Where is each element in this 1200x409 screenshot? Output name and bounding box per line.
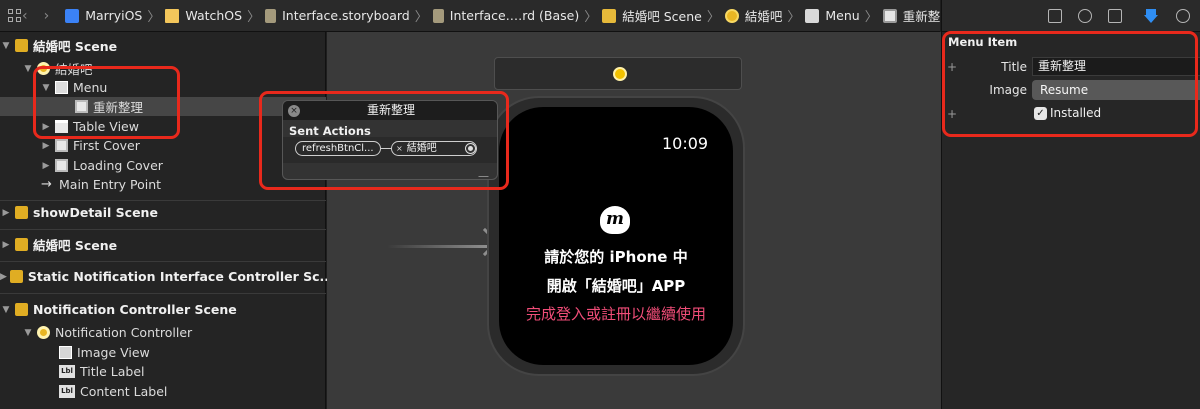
disclosure-closed-icon[interactable]: ▶ (0, 208, 12, 218)
annotation-box-popup (259, 91, 509, 190)
scene-icon (15, 39, 28, 52)
breadcrumb-menu[interactable]: Menu (805, 8, 860, 23)
outline-scene-row[interactable]: ▶ Static Notification Interface Controll… (0, 267, 334, 286)
scene-dock[interactable] (494, 57, 742, 90)
entry-arrow-icon: → (41, 177, 52, 192)
outline-label: Static Notification Interface Controller… (27, 269, 334, 284)
breadcrumb-separator: 〉 (414, 10, 428, 25)
breadcrumb-label: 結婚吧 Scene (622, 9, 702, 24)
controller-icon (724, 8, 739, 23)
forward-chevron-icon[interactable]: › (44, 8, 50, 24)
connections-icon[interactable] (1176, 9, 1190, 23)
outline-label: Loading Cover (73, 158, 163, 173)
attributes-icon[interactable] (1144, 9, 1158, 23)
breadcrumb-separator: 〉 (584, 10, 598, 25)
outline-controller-row[interactable]: ▼ Notification Controller (0, 323, 326, 342)
outline-scene-row[interactable]: ▶ 結婚吧 Scene (0, 235, 326, 254)
outline-label: Image View (77, 345, 150, 360)
breadcrumb-separator: 〉 (706, 10, 720, 25)
controller-icon[interactable] (613, 67, 627, 81)
breadcrumb-label: Interface.…rd (Base) (449, 8, 580, 23)
controller-icon (37, 326, 50, 339)
storyboard-icon (265, 8, 277, 23)
folder-icon (165, 8, 180, 23)
outline-label: showDetail Scene (33, 205, 158, 220)
breadcrumb-separator: 〉 (787, 10, 801, 25)
breadcrumb-storyboard-base[interactable]: Interface.…rd (Base) (432, 8, 580, 23)
menu-item-icon (882, 8, 897, 23)
scene-icon (602, 8, 617, 23)
disclosure-closed-icon[interactable]: ▶ (40, 141, 52, 151)
breadcrumb-scene[interactable]: 結婚吧 Scene (602, 6, 702, 25)
outline-content-label-row[interactable]: Lbl Content Label (0, 382, 326, 401)
breadcrumb-folder[interactable]: WatchOS (165, 8, 242, 23)
disclosure-open-icon[interactable]: ▼ (0, 305, 12, 315)
outline-label: Title Label (80, 364, 145, 379)
swift-file-icon (65, 8, 80, 23)
watch-message-line-3: 完成登入或註冊以繼續使用 (525, 305, 706, 323)
outline-label: Content Label (80, 384, 168, 399)
file-icon[interactable] (1048, 9, 1062, 23)
scene-icon (9, 270, 23, 283)
entry-point-arrow (387, 245, 487, 248)
jump-bar: ‹ › MarryiOS 〉 WatchOS 〉 Interface.story… (0, 0, 940, 32)
outline-label: 結婚吧 Scene (33, 39, 118, 54)
disclosure-open-icon[interactable]: ▼ (0, 41, 12, 51)
outline-scene-row[interactable]: ▶ showDetail Scene (0, 203, 326, 222)
disclosure-closed-icon[interactable]: ▶ (0, 272, 7, 282)
outline-scene-row[interactable]: ▼ Notification Controller Scene (0, 300, 326, 319)
storyboard-icon (432, 8, 444, 23)
breadcrumb-separator: 〉 (864, 10, 878, 25)
breadcrumb-label: Menu (825, 8, 860, 23)
breadcrumb-label: Interface.storyboard (282, 8, 410, 23)
breadcrumb-separator: 〉 (247, 10, 261, 25)
inspector-tab-bar (942, 0, 1200, 32)
outline-label: Main Entry Point (59, 177, 162, 192)
menu-icon (805, 8, 820, 23)
scene-icon (15, 206, 28, 219)
outline-divider (0, 200, 326, 201)
watch-message-line-1: 請於您的 iPhone 中 (544, 248, 688, 266)
group-icon (55, 139, 68, 152)
breadcrumb-project[interactable]: MarryiOS (65, 8, 142, 23)
outline-scene-row[interactable]: ▼ 結婚吧 Scene (0, 36, 326, 55)
identity-icon[interactable] (1108, 9, 1122, 23)
outline-image-view-row[interactable]: Image View (0, 343, 326, 362)
image-view-icon (59, 346, 72, 359)
disclosure-open-icon[interactable]: ▼ (22, 328, 34, 338)
disclosure-closed-icon[interactable]: ▶ (0, 240, 12, 250)
outline-divider (0, 261, 326, 262)
help-icon[interactable] (1078, 9, 1092, 23)
breadcrumb-label: WatchOS (185, 8, 243, 23)
annotation-box-inspector (942, 31, 1198, 137)
outline-label: Notification Controller (55, 325, 193, 340)
breadcrumb-menu-item[interactable]: 重新整理 (882, 6, 940, 25)
breadcrumb-controller[interactable]: 結婚吧 (724, 6, 783, 25)
outline-divider (0, 293, 326, 294)
watch-time: 10:09 (662, 134, 709, 153)
outline-label: First Cover (73, 138, 140, 153)
breadcrumb-storyboard[interactable]: Interface.storyboard (265, 8, 410, 23)
outline-label: 結婚吧 Scene (33, 238, 118, 253)
breadcrumb-label: MarryiOS (85, 8, 143, 23)
app-logo-icon: m (600, 206, 630, 234)
outline-divider (0, 229, 326, 230)
label-icon: Lbl (59, 385, 75, 398)
label-icon: Lbl (59, 365, 75, 378)
disclosure-open-icon[interactable]: ▼ (22, 64, 34, 74)
group-icon (55, 159, 68, 172)
watch-message-line-2: 開啟「結婚吧」APP (546, 277, 686, 295)
storyboard-canvas[interactable]: 10:09 m 請於您的 iPhone 中 開啟「結婚吧」APP 完成登入或註冊… (327, 32, 941, 409)
outline-label: Notification Controller Scene (33, 302, 237, 317)
scene-icon (15, 238, 28, 251)
disclosure-closed-icon[interactable]: ▶ (40, 161, 52, 171)
scene-icon (15, 303, 28, 316)
back-chevron-icon[interactable]: ‹ (22, 8, 28, 24)
breadcrumb-separator: 〉 (147, 10, 161, 25)
annotation-box-outline (33, 66, 180, 139)
breadcrumb-label: 結婚吧 (744, 9, 783, 24)
breadcrumb-label: 重新整理 (902, 9, 940, 24)
outline-title-label-row[interactable]: Lbl Title Label (0, 362, 326, 381)
